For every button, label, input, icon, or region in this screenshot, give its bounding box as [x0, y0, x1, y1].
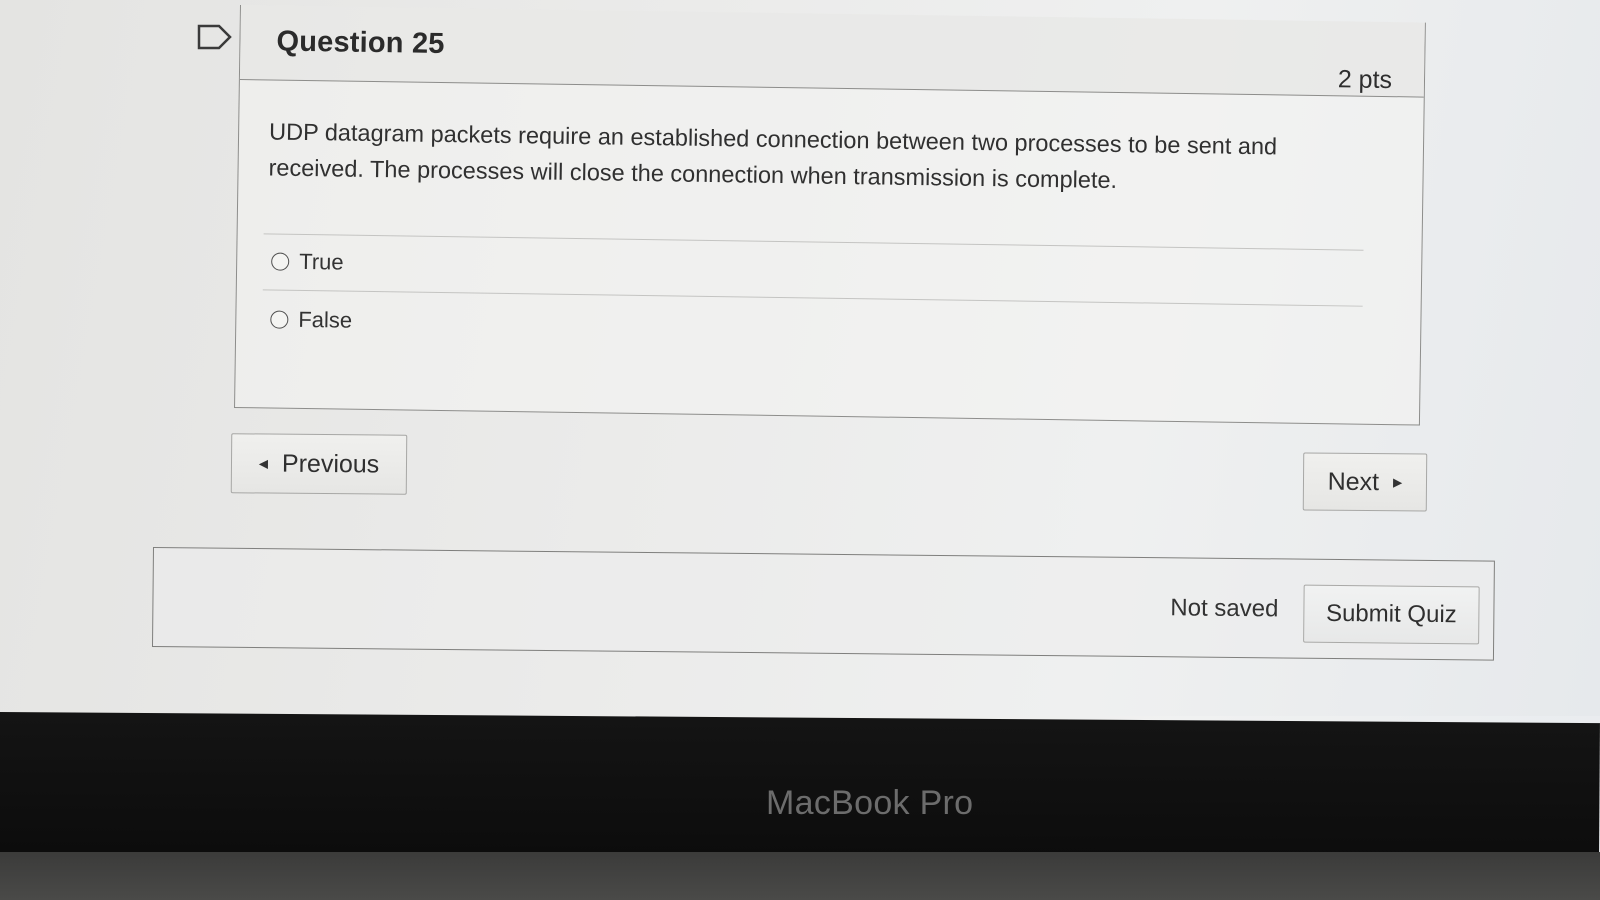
question-points: 2 pts — [1337, 65, 1393, 95]
device-label: MacBook Pro — [766, 784, 974, 822]
save-status: Not saved — [1170, 594, 1279, 623]
laptop-chassis — [0, 852, 1600, 900]
answer-divider — [262, 289, 1363, 307]
next-button[interactable]: Next ▶ — [1302, 452, 1428, 512]
previous-label: Previous — [281, 449, 380, 479]
radio-button[interactable] — [270, 310, 289, 329]
previous-button[interactable]: ◀ Previous — [230, 433, 408, 495]
answer-label: True — [299, 248, 344, 275]
question-title: Question 25 — [276, 25, 445, 61]
submit-label: Submit Quiz — [1325, 599, 1457, 629]
flag-icon[interactable] — [197, 24, 233, 50]
submit-quiz-button[interactable]: Submit Quiz — [1303, 584, 1480, 645]
question-text: UDP datagram packets require an establis… — [268, 118, 1278, 194]
radio-button[interactable] — [271, 252, 290, 271]
question-card: Question 25 2 pts UDP datagram packets r… — [234, 5, 1426, 426]
quiz-footer: Not saved Submit Quiz — [151, 547, 1495, 661]
answer-label: False — [298, 306, 353, 333]
chevron-right-icon: ▶ — [1393, 475, 1403, 490]
answer-divider — [263, 233, 1364, 251]
next-label: Next — [1327, 467, 1380, 496]
answer-option-false[interactable]: False — [270, 306, 352, 333]
chevron-left-icon: ◀ — [258, 456, 269, 471]
answer-option-true[interactable]: True — [271, 248, 344, 275]
